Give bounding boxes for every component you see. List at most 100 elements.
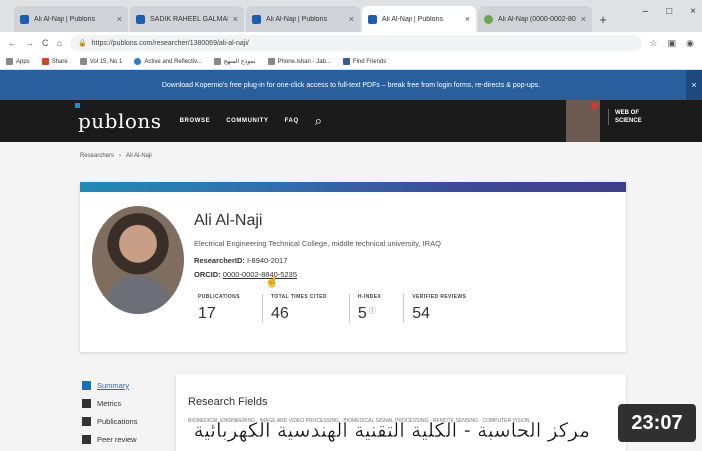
researcher-id: ResearcherID: I-8940-2017: [194, 256, 287, 265]
orcid-label: ORCID:: [194, 270, 221, 279]
publons-favicon-icon: [136, 14, 145, 24]
back-icon[interactable]: ←: [8, 38, 17, 48]
breadcrumb-researchers[interactable]: Researchers: [80, 153, 114, 159]
maximize-icon[interactable]: □: [666, 6, 672, 17]
kopernio-banner[interactable]: Download Kopernio's free plug-in for one…: [0, 70, 702, 100]
window-controls: – □ ×: [643, 6, 696, 17]
close-tab-icon[interactable]: ×: [349, 14, 354, 24]
close-tab-icon[interactable]: ×: [117, 14, 122, 24]
browser-tab-bar: Ali Al-Naji | Publons × SADIK RAHEEL GAL…: [0, 0, 702, 32]
bookmark-phone[interactable]: Phone.ishan - Jab...: [267, 58, 331, 65]
nav-faq[interactable]: FAQ: [285, 118, 299, 124]
publons-logo[interactable]: publons: [75, 103, 162, 133]
breadcrumb-separator: ›: [119, 153, 122, 159]
browser-tab[interactable]: Ali Al-Naji (0000-0002-80+ ×: [478, 6, 592, 32]
researcher-id-value: I-8940-2017: [246, 256, 288, 265]
wos-line2: SCIENCE: [615, 118, 642, 124]
publications-icon: [82, 416, 91, 426]
publons-favicon-icon: [20, 14, 29, 24]
bookmark-find-friends[interactable]: Find Friends: [342, 58, 387, 65]
facebook-icon: [342, 58, 350, 65]
profile-institution: Electrical Engineering Technical College…: [194, 239, 441, 248]
browser-tab[interactable]: Ali Al-Naji | Publons ×: [246, 6, 360, 32]
apps-icon: [6, 58, 13, 65]
metrics-icon: [82, 398, 91, 408]
profile-card-stripe: [80, 182, 626, 192]
url-text: https://publons.com/researcher/1380069/a…: [91, 39, 249, 47]
bookmark-share[interactable]: Share: [41, 58, 68, 65]
nav-browse[interactable]: BROWSE: [180, 118, 211, 124]
bookmark-apps[interactable]: Apps: [6, 58, 30, 65]
minimize-icon[interactable]: –: [643, 6, 649, 17]
bookmark-label: Find Friends: [352, 58, 387, 65]
sidenav-metrics[interactable]: Metrics: [82, 394, 137, 412]
tab-title: Ali Al-Naji | Publons: [34, 15, 95, 23]
breadcrumb: Researchers › Ali Al-Naji: [0, 142, 702, 170]
web-of-science-link[interactable]: WEB OF SCIENCE: [608, 109, 642, 125]
video-caption: مركز الحاسبة - الكلية التقنية الهندسية ا…: [193, 418, 590, 442]
address-bar-actions: ☆ ▣ ◉: [650, 38, 694, 49]
publons-favicon-icon: [252, 14, 261, 24]
stat-h-index[interactable]: H-INDEX 5 ⓘ: [348, 294, 397, 323]
orcid-favicon-icon: [484, 14, 493, 24]
wos-line1: WEB OF: [615, 110, 639, 116]
lock-icon: 🔒: [77, 40, 87, 47]
profile-photo-shirt: [106, 276, 170, 314]
page-icon: [79, 58, 87, 65]
stat-label: TOTAL TIMES CITED: [270, 294, 327, 300]
stat-value: 5: [357, 305, 367, 322]
search-icon[interactable]: ⌕: [315, 113, 322, 129]
page-icon: [213, 58, 221, 65]
breadcrumb-current: Ali Al-Naji: [126, 153, 152, 159]
tab-title: SADIK RAHEEL GALMARGANI ...: [150, 15, 228, 23]
url-field[interactable]: 🔒 https://publons.com/researcher/1380069…: [69, 35, 642, 51]
bookmark-label: نموذج المنهج: [223, 59, 256, 65]
bookmark-label: Active and Reflectiv...: [144, 58, 202, 65]
profile-photo: [92, 206, 184, 314]
reload-icon[interactable]: C: [42, 38, 49, 48]
extension-icon[interactable]: ▣: [668, 38, 677, 49]
close-tab-icon[interactable]: ×: [233, 14, 238, 24]
notification-badge: [591, 102, 598, 109]
bookmark-active[interactable]: Active and Reflectiv...: [134, 58, 202, 65]
peer-review-icon: [82, 434, 91, 444]
browser-tab[interactable]: SADIK RAHEEL GALMARGANI ... ×: [130, 6, 244, 32]
browser-tab-active[interactable]: Ali Al-Naji | Publons ×: [362, 6, 476, 32]
sidenav-summary[interactable]: Summary: [82, 376, 137, 394]
bookmark-label: Share: [51, 58, 68, 65]
banner-close-icon[interactable]: ×: [686, 70, 702, 100]
site-header: publons BROWSE COMMUNITY FAQ ⌕ WEB OF SC…: [0, 100, 702, 142]
stat-verified-reviews[interactable]: VERIFIED REVIEWS 54: [403, 294, 482, 323]
banner-text: Download Kopernio's free plug-in for one…: [161, 81, 541, 89]
stat-label: PUBLICATIONS: [198, 294, 240, 300]
bookmark-arabic[interactable]: نموذج المنهج: [213, 58, 256, 65]
stat-label: H-INDEX: [357, 294, 382, 300]
close-window-icon[interactable]: ×: [690, 6, 696, 17]
bookmarks-bar: Apps Share Vol 15, No 1 Active and Refle…: [0, 54, 702, 70]
share-icon: [41, 58, 49, 65]
stat-value: 54: [412, 305, 431, 322]
stat-times-cited[interactable]: TOTAL TIMES CITED 46: [261, 294, 343, 323]
tab-title: Ali Al-Naji | Publons: [266, 15, 327, 23]
sidenav-label: Summary: [97, 380, 130, 390]
home-icon[interactable]: ⌂: [57, 38, 62, 48]
bookmark-star-icon[interactable]: ☆: [650, 38, 658, 49]
nav-community[interactable]: COMMUNITY: [226, 118, 268, 124]
user-avatar[interactable]: [566, 100, 600, 142]
globe-icon: [134, 58, 142, 65]
bookmark-vol[interactable]: Vol 15, No 1: [79, 58, 122, 65]
info-icon[interactable]: ⓘ: [369, 306, 376, 316]
researcher-id-label: ResearcherID:: [194, 256, 245, 265]
mouse-cursor-icon: ☝: [265, 276, 279, 288]
browser-tab[interactable]: Ali Al-Naji | Publons ×: [14, 6, 128, 32]
close-tab-icon[interactable]: ×: [465, 14, 470, 24]
stat-value: 17: [198, 305, 216, 322]
orcid-link[interactable]: 0000-0002-8840-5235: [223, 270, 297, 279]
profile-card: Ali Al-Naji Electrical Engineering Techn…: [80, 182, 626, 352]
profile-icon[interactable]: ◉: [686, 38, 694, 49]
address-bar-row: ← → C ⌂ 🔒 https://publons.com/researcher…: [0, 32, 702, 54]
new-tab-button[interactable]: +: [594, 6, 612, 32]
stat-publications[interactable]: PUBLICATIONS 17: [198, 294, 256, 323]
forward-icon[interactable]: →: [25, 38, 34, 48]
close-tab-icon[interactable]: ×: [581, 14, 586, 24]
